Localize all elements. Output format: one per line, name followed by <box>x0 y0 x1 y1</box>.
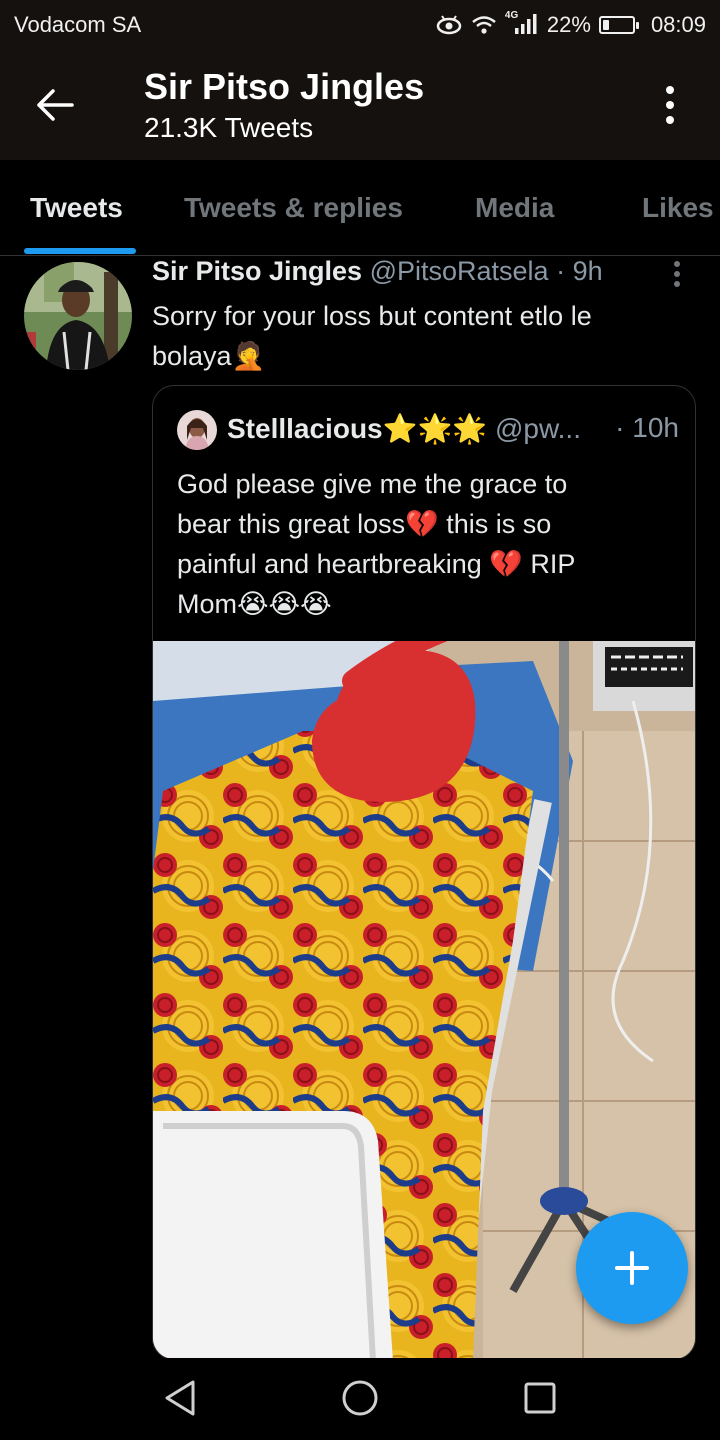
recents-square-icon <box>524 1382 556 1414</box>
tab-likes[interactable]: Likes <box>642 192 714 224</box>
status-bar: Vodacom SA 4G 22% 08:09 <box>0 0 720 50</box>
tab-media[interactable]: Media <box>475 192 554 224</box>
battery-icon <box>598 16 639 34</box>
tweet-count: 21.3K Tweets <box>144 112 314 143</box>
more-options-button[interactable] <box>650 82 690 128</box>
tab-tweets[interactable]: Tweets <box>30 192 123 224</box>
compose-tweet-button[interactable] <box>576 1212 688 1324</box>
quoted-avatar <box>177 410 217 450</box>
vertical-dots-icon <box>666 86 674 124</box>
system-navigation-bar <box>0 1358 720 1440</box>
quoted-handle: @pw... <box>494 413 581 444</box>
tweet-handle-time: @PitsoRatsela · 9h <box>369 256 603 286</box>
nav-recents-button[interactable] <box>518 1376 562 1420</box>
quoted-text-line: God please give me the grace to <box>177 469 568 499</box>
home-circle-icon <box>342 1380 378 1416</box>
signal-icon: 4G <box>505 10 539 36</box>
arrow-left-icon <box>37 89 74 121</box>
status-icons: 4G 22% 08:09 <box>435 10 706 38</box>
carrier-name: Vodacom SA <box>14 12 142 37</box>
tweet-text-line: Sorry for your loss but content etlo le <box>152 301 592 331</box>
back-button[interactable] <box>30 80 80 130</box>
eye-comfort-icon <box>435 14 463 36</box>
plus-icon <box>615 1251 649 1285</box>
quoted-text-line: bear this great loss💔 this is so <box>177 509 552 539</box>
tab-tweets-replies[interactable]: Tweets & replies <box>184 192 403 224</box>
quoted-time: · 10h <box>615 412 679 443</box>
vertical-dots-icon <box>674 261 680 287</box>
avatar[interactable] <box>24 262 132 370</box>
page-title: Sir Pitso Jingles <box>144 66 425 107</box>
active-tab-indicator <box>24 248 136 254</box>
back-triangle-icon <box>165 1380 195 1416</box>
tweet-text: Sorry for your loss but content etlo le … <box>152 296 692 376</box>
nav-home-button[interactable] <box>338 1376 382 1420</box>
profile-tabs: Tweets Tweets & replies Media Likes <box>0 160 720 256</box>
network-type: 4G <box>504 10 519 21</box>
clock: 08:09 <box>650 12 706 37</box>
tweet-header: Sir Pitso Jingles @PitsoRatsela · 9h <box>152 256 652 287</box>
quoted-text-line: Mom😭😭😭 <box>177 589 332 619</box>
quoted-author-name: Stelllacious⭐🌟🌟 <box>227 413 488 444</box>
nav-back-button[interactable] <box>158 1376 202 1420</box>
tweet-more-button[interactable] <box>664 258 690 290</box>
tweet-author-name[interactable]: Sir Pitso Jingles <box>152 256 362 286</box>
quoted-text: God please give me the grace to bear thi… <box>177 464 677 624</box>
tweet-text-line: bolaya🤦 <box>152 341 266 371</box>
quoted-text-line: painful and heartbreaking 💔 RIP <box>177 549 576 579</box>
wifi-icon <box>471 14 497 36</box>
profile-header: Sir Pitso Jingles 21.3K Tweets <box>0 50 720 160</box>
battery-percent: 22% <box>546 12 591 37</box>
